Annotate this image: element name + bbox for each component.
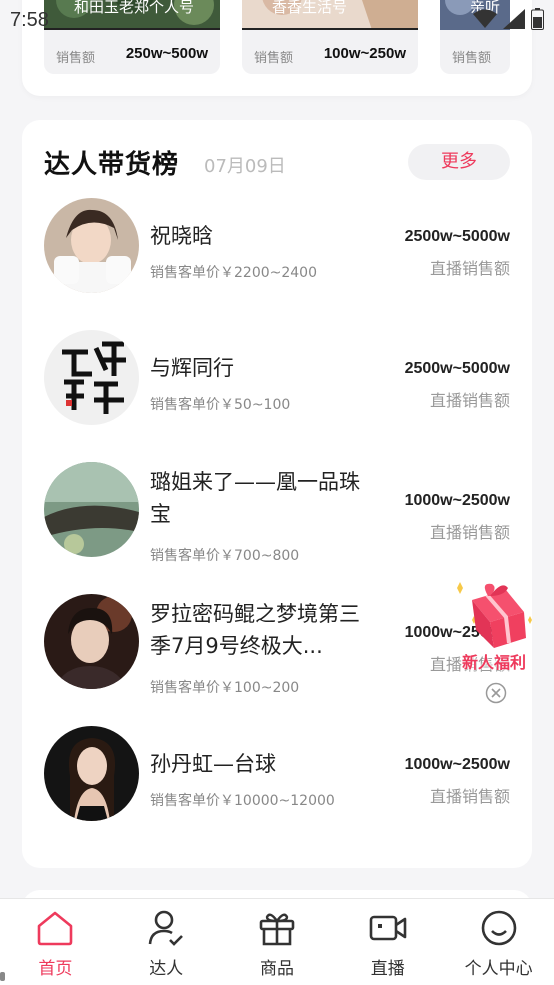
influencer-ranking-card: 达人带货榜 07月09日 更多 祝晓晗 销售客单价￥2200~2400 2500… [22, 120, 532, 868]
video-camera-icon [369, 915, 407, 941]
tab-label: 直播 [370, 959, 405, 979]
streamer-name: 孙丹虹—台球 [150, 752, 276, 776]
unit-price: 销售客单价￥10000~12000 [150, 793, 335, 809]
tab-label: 首页 [38, 959, 73, 979]
ranking-row[interactable]: 孙丹虹—台球 销售客单价￥10000~12000 1000w~2500w 直播销… [22, 726, 532, 826]
avatar [44, 198, 139, 293]
smile-icon [481, 910, 516, 946]
unit-price: 销售客单价￥100~200 [150, 680, 300, 696]
avatar [44, 726, 139, 821]
sales-range: 1000w~2500w [404, 756, 510, 773]
ranking-date: 07月09日 [204, 156, 286, 177]
tab-influencers[interactable]: 达人 [111, 899, 222, 985]
nav-indicator [0, 972, 5, 981]
sales-label: 直播销售额 [429, 787, 510, 806]
tab-profile[interactable]: 个人中心 [443, 899, 554, 985]
mini-card-stat-label: 销售额 [254, 51, 294, 66]
wifi-icon [473, 9, 497, 28]
streamer-name: 祝晓晗 [150, 224, 213, 248]
avatar-image [44, 198, 139, 293]
status-time: 7:58 [10, 9, 49, 31]
gift-box-icon [259, 913, 295, 946]
tab-live[interactable]: 直播 [332, 899, 443, 985]
ranking-title: 达人带货榜 [44, 150, 180, 180]
status-bar: 7:58 [0, 0, 554, 40]
unit-price: 销售客单价￥50~100 [150, 397, 291, 413]
promo-label[interactable]: 新人福利 [462, 649, 526, 673]
mini-card-stat-value: 250w~500w [125, 45, 208, 62]
avatar-image [44, 726, 139, 821]
avatar [44, 594, 139, 689]
tab-label: 商品 [259, 959, 294, 979]
app-screen: 7:58 和田玉老郑个人号 销售额 250w~500w 香香生活号 销售额 10… [0, 0, 554, 985]
sales-range: 1000w~2500w [404, 492, 510, 509]
sales-label: 直播销售额 [429, 259, 510, 278]
tab-label: 个人中心 [464, 959, 533, 979]
avatar [44, 462, 139, 557]
tab-products[interactable]: 商品 [222, 899, 333, 985]
ranking-row[interactable]: 祝晓晗 销售客单价￥2200~2400 2500w~5000w 直播销售额 [22, 198, 532, 298]
bottom-tab-bar: 首页 达人 商品 直播 个人中心 [0, 898, 554, 985]
close-icon[interactable] [485, 682, 507, 704]
tab-label: 达人 [149, 959, 184, 979]
sales-label: 直播销售额 [429, 391, 510, 410]
user-check-icon [148, 910, 184, 946]
avatar [44, 330, 139, 425]
avatar-image [44, 594, 139, 689]
tab-home[interactable]: 首页 [0, 899, 111, 985]
unit-price: 销售客单价￥700~800 [150, 548, 300, 564]
battery-icon [531, 8, 544, 30]
mini-card-stat-value: 100w~250w [323, 45, 406, 62]
home-icon [38, 911, 73, 946]
unit-price: 销售客单价￥2200~2400 [150, 265, 317, 281]
sales-range: 2500w~5000w [404, 360, 510, 377]
ranking-row[interactable]: 璐姐来了——凰一品珠宝 销售客单价￥700~800 1000w~2500w 直播… [22, 462, 532, 564]
sales-label: 直播销售额 [429, 523, 510, 542]
signal-icon [503, 9, 525, 29]
mini-card-stat-label: 销售额 [452, 51, 492, 66]
ranking-row[interactable]: 与辉同行 销售客单价￥50~100 2500w~5000w 直播销售额 [22, 330, 532, 430]
streamer-name: 罗拉密码鲲之梦境第三季7月9号终极大... [150, 602, 360, 658]
status-icons [473, 8, 544, 30]
streamer-name: 璐姐来了——凰一品珠宝 [150, 470, 360, 526]
streamer-name: 与辉同行 [150, 356, 234, 380]
more-button[interactable]: 更多 [408, 144, 510, 180]
avatar-image [44, 462, 139, 557]
avatar-image [44, 330, 139, 425]
sales-range: 2500w~5000w [404, 228, 510, 245]
mini-card-stat-label: 销售额 [56, 51, 96, 66]
